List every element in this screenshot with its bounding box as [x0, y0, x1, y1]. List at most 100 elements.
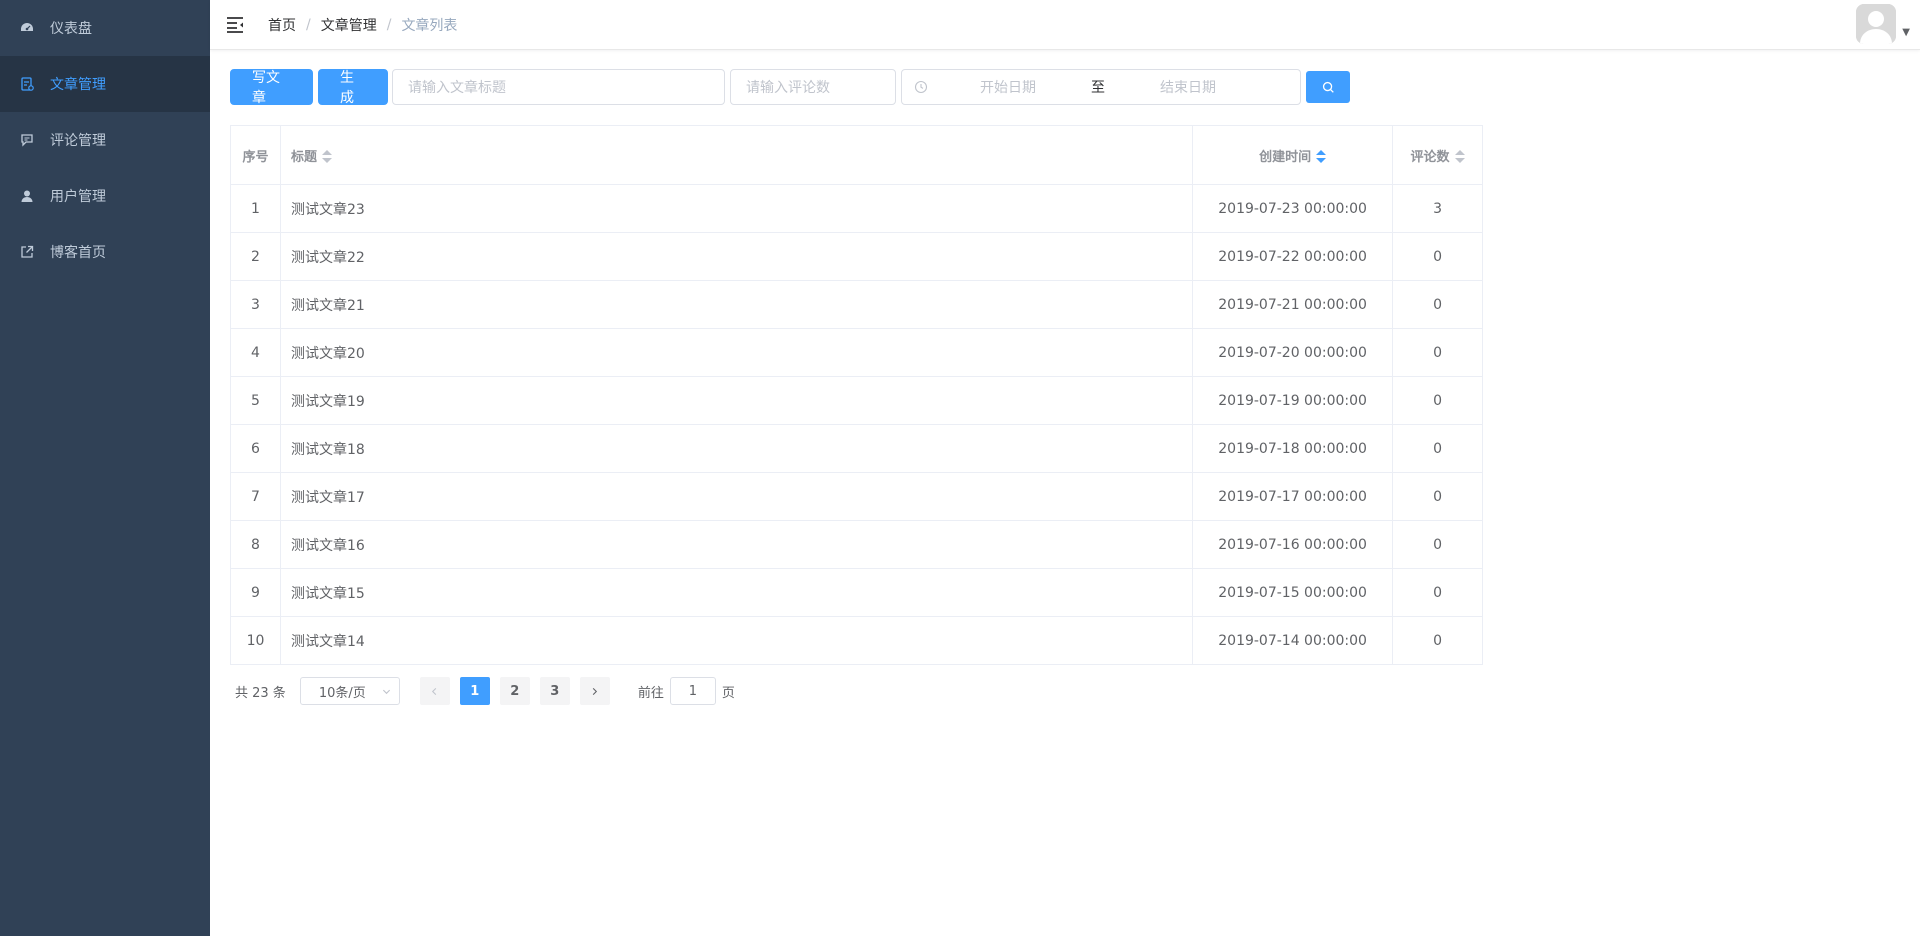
page-number-button[interactable]: 1	[459, 677, 490, 705]
chevron-down-icon	[382, 689, 390, 694]
breadcrumb-article-list: 文章列表	[401, 18, 458, 34]
column-header-title[interactable]: 标题	[280, 125, 1194, 185]
cell-title: 测试文章22	[280, 232, 1194, 281]
breadcrumb-separator: /	[386, 17, 392, 33]
breadcrumb-separator: /	[306, 17, 311, 33]
column-header-label: 标题	[290, 149, 317, 165]
user-menu[interactable]: ▼	[1856, 4, 1910, 44]
search-button[interactable]	[1306, 71, 1350, 103]
avatar	[1856, 4, 1897, 44]
cell-index: 2	[230, 232, 281, 281]
column-header-comments[interactable]: 评论数	[1392, 125, 1483, 185]
cell-index: 7	[230, 472, 281, 521]
cell-index: 10	[230, 616, 281, 665]
dashboard-icon	[20, 21, 34, 35]
title-search-input[interactable]: 请输入文章标题	[392, 69, 725, 105]
cell-created: 2019-07-18 00:00:00	[1192, 424, 1394, 473]
sidebar-item-label: 博客首页	[50, 245, 106, 261]
cell-created: 2019-07-19 00:00:00	[1192, 376, 1394, 425]
cell-title: 测试文章16	[280, 520, 1194, 569]
generate-button[interactable]: 生成	[318, 69, 388, 106]
pagination-total: 共 23 条	[235, 685, 286, 701]
end-date-input[interactable]: 结束日期	[1108, 77, 1268, 97]
cell-created: 2019-07-14 00:00:00	[1192, 616, 1394, 665]
table-row[interactable]: 4 测试文章20 2019-07-20 00:00:00 0	[230, 328, 1483, 377]
article-toolbar: 写文章 生成 请输入文章标题 请输入评论数 开始日期 至 结束日期	[230, 69, 1350, 106]
comment-count-input[interactable]: 请输入评论数	[730, 69, 896, 105]
page-size-select[interactable]: 10条/页	[299, 677, 400, 705]
sidebar-item-dashboard[interactable]: 仪表盘	[0, 0, 210, 56]
cell-title: 测试文章14	[280, 616, 1194, 665]
pagination: 共 23 条 10条/页 1 2 3 前往 1 页	[235, 677, 735, 705]
table-header-row: 序号 标题 创建时间 评论数	[230, 125, 1483, 185]
comment-icon	[20, 133, 34, 147]
cell-title: 测试文章20	[280, 328, 1194, 377]
sort-icon[interactable]	[1454, 150, 1465, 164]
cell-created: 2019-07-15 00:00:00	[1192, 568, 1394, 617]
table-row[interactable]: 6 测试文章18 2019-07-18 00:00:00 0	[230, 424, 1483, 473]
sidebar-item-blog-home[interactable]: 博客首页	[0, 224, 210, 280]
chevron-left-icon	[432, 687, 437, 695]
sidebar-item-comments[interactable]: 评论管理	[0, 112, 210, 168]
cell-created: 2019-07-23 00:00:00	[1192, 184, 1394, 233]
page-number-button[interactable]: 2	[499, 677, 530, 705]
cell-comments: 0	[1392, 616, 1483, 665]
date-range-picker[interactable]: 开始日期 至 结束日期	[901, 69, 1301, 105]
goto-prefix: 前往	[637, 685, 664, 701]
column-header-created[interactable]: 创建时间	[1192, 125, 1394, 185]
sort-icon[interactable]	[1316, 150, 1327, 164]
breadcrumb-articles[interactable]: 文章管理	[321, 15, 377, 35]
cell-title: 测试文章19	[280, 376, 1194, 425]
table-row[interactable]: 1 测试文章23 2019-07-23 00:00:00 3	[230, 184, 1483, 233]
sort-icon[interactable]	[321, 150, 332, 164]
cell-created: 2019-07-20 00:00:00	[1192, 328, 1394, 377]
cell-created: 2019-07-22 00:00:00	[1192, 232, 1394, 281]
table-row[interactable]: 7 测试文章17 2019-07-17 00:00:00 0	[230, 472, 1483, 521]
cell-comments: 0	[1392, 520, 1483, 569]
cell-comments: 0	[1392, 424, 1483, 473]
write-article-button[interactable]: 写文章	[230, 69, 313, 106]
start-date-input[interactable]: 开始日期	[928, 77, 1088, 97]
cell-index: 8	[230, 520, 281, 569]
goto-page-input[interactable]: 1	[669, 677, 716, 705]
chevron-down-icon: ▼	[1902, 27, 1910, 38]
sidebar-item-users[interactable]: 用户管理	[0, 168, 210, 224]
table-row[interactable]: 9 测试文章15 2019-07-15 00:00:00 0	[230, 568, 1483, 617]
column-header-label: 创建时间	[1259, 149, 1312, 165]
prev-page-button[interactable]	[419, 677, 450, 705]
cell-index: 4	[230, 328, 281, 377]
goto-suffix: 页	[721, 685, 735, 701]
page-size-value: 10条/页	[318, 685, 366, 701]
cell-created: 2019-07-17 00:00:00	[1192, 472, 1394, 521]
cell-index: 9	[230, 568, 281, 617]
page-number-button[interactable]: 3	[539, 677, 570, 705]
cell-created: 2019-07-21 00:00:00	[1192, 280, 1394, 329]
external-link-icon	[20, 245, 34, 259]
clock-icon	[914, 80, 928, 94]
document-icon	[20, 77, 34, 91]
sidebar-item-label: 文章管理	[50, 77, 106, 93]
cell-comments: 0	[1392, 280, 1483, 329]
chevron-right-icon	[593, 687, 598, 695]
cell-comments: 0	[1392, 232, 1483, 281]
next-page-button[interactable]	[579, 677, 610, 705]
column-header-label: 评论数	[1410, 149, 1450, 165]
cell-title: 测试文章18	[280, 424, 1194, 473]
hamburger-icon[interactable]	[225, 14, 245, 34]
breadcrumb-home[interactable]: 首页	[268, 15, 296, 35]
cell-index: 5	[230, 376, 281, 425]
cell-created: 2019-07-16 00:00:00	[1192, 520, 1394, 569]
table-row[interactable]: 8 测试文章16 2019-07-16 00:00:00 0	[230, 520, 1483, 569]
table-row[interactable]: 10 测试文章14 2019-07-14 00:00:00 0	[230, 616, 1483, 665]
cell-index: 1	[230, 184, 281, 233]
search-icon	[1322, 81, 1334, 93]
sidebar-item-articles[interactable]: 文章管理	[0, 56, 210, 112]
table-row[interactable]: 5 测试文章19 2019-07-19 00:00:00 0	[230, 376, 1483, 425]
table-row[interactable]: 3 测试文章21 2019-07-21 00:00:00 0	[230, 280, 1483, 329]
sidebar-item-label: 仪表盘	[50, 21, 92, 37]
cell-comments: 0	[1392, 376, 1483, 425]
breadcrumb: 首页 / 文章管理 / 文章列表	[268, 15, 457, 35]
cell-comments: 0	[1392, 328, 1483, 377]
table-row[interactable]: 2 测试文章22 2019-07-22 00:00:00 0	[230, 232, 1483, 281]
cell-comments: 3	[1392, 184, 1483, 233]
